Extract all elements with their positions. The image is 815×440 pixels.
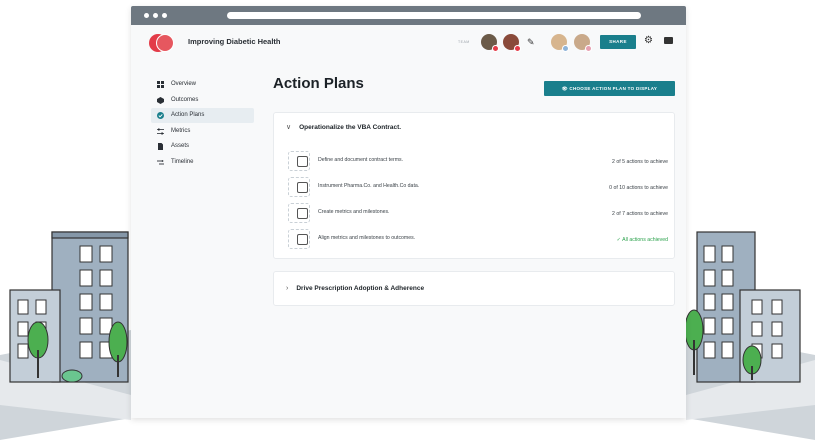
sidebar-item-label: Action Plans [171,112,205,118]
pointer-target-icon [288,229,310,249]
action-plan-card: › Drive Prescription Adoption & Adherence [273,271,675,306]
hexagon-icon [157,96,164,104]
action-status: ✓ All actions achieved [616,237,668,243]
sliders-icon [157,128,164,134]
address-bar[interactable] [227,12,641,19]
browser-window: Improving Diabetic Health TEAM ✎ SHARE ⚙… [131,6,686,418]
timeline-icon [157,159,164,164]
avatar[interactable] [481,34,499,52]
action-row[interactable]: Align metrics and milestones to outcomes… [288,229,668,249]
right-building-illustration [684,231,801,383]
window-dot-icon[interactable] [153,13,158,18]
action-plan-header[interactable]: › Drive Prescription Adoption & Adherence [286,285,424,292]
brand-logo-secondary [156,34,174,52]
app-content: Improving Diabetic Health TEAM ✎ SHARE ⚙… [131,25,686,411]
sidebar-item-timeline[interactable]: Timeline [151,155,254,170]
window-dot-icon[interactable] [162,13,167,18]
sidebar-item-label: Timeline [171,158,194,165]
action-row[interactable]: Define and document contract terms. 2 of… [288,151,668,171]
action-label: Create metrics and milestones. [318,209,390,215]
left-building-illustration [9,231,129,383]
action-status: 2 of 5 actions to achieve [612,159,668,165]
action-plan-title: Operationalize the VBA Contract. [299,124,402,131]
sidebar-item-label: Outcomes [171,96,199,103]
sidebar-item-outcomes[interactable]: Outcomes [151,93,254,108]
sidebar-item-metrics[interactable]: Metrics [151,124,254,139]
sidebar-item-label: Overview [171,81,197,87]
action-row[interactable]: Instrument Pharma.Co. and Health.Co data… [288,177,668,197]
sidebar-item-overview[interactable]: Overview [151,77,254,92]
avatar[interactable] [551,34,569,52]
sidebar-item-label: Assets [171,143,190,149]
sidebar-item-label: Metrics [171,127,191,134]
action-label: Define and document contract terms. [318,157,404,163]
action-status: 2 of 7 actions to achieve [612,211,668,217]
document-icon [158,143,163,150]
avatar[interactable] [574,34,592,52]
page-title: Action Plans [273,75,364,92]
chevron-down-icon: ∨ [286,124,292,131]
action-label: Align metrics and milestones to outcomes… [318,235,416,241]
team-label: TEAM [458,40,470,44]
window-dot-icon[interactable] [144,13,149,18]
sidebar-item-assets[interactable]: Assets [151,139,254,154]
calculator-icon [288,203,310,223]
gear-icon[interactable]: ⚙ [644,35,653,46]
browser-titlebar [131,6,686,25]
sidebar-item-action-plans[interactable]: Action Plans [151,108,254,123]
action-plan-card: ∨ Operationalize the VBA Contract. Define… [273,112,675,259]
data-instrument-icon [288,177,310,197]
action-plan-header[interactable]: ∨ Operationalize the VBA Contract. [286,123,401,131]
project-title: Improving Diabetic Health [188,37,281,46]
choose-action-plan-label: CHOOSE ACTION PLAN TO DISPLAY [569,86,658,91]
sidebar: Overview Outcomes Action Plans Metrics A… [151,77,254,170]
pencil-icon[interactable]: ✎ [527,37,535,48]
action-row[interactable]: Create metrics and milestones. 2 of 7 ac… [288,203,668,223]
check-circle-icon [157,112,164,119]
chat-icon[interactable] [664,37,673,44]
app-header: Improving Diabetic Health TEAM ✎ SHARE ⚙ [131,25,686,61]
avatar[interactable] [503,34,521,52]
action-label: Instrument Pharma.Co. and Health.Co data… [318,183,420,189]
grid-icon [157,81,164,88]
share-button[interactable]: SHARE [600,35,636,49]
gear-document-icon [288,151,310,171]
action-plan-title: Drive Prescription Adoption & Adherence [296,285,425,292]
choose-action-plan-button[interactable]: 👁 CHOOSE ACTION PLAN TO DISPLAY [544,81,675,96]
chevron-right-icon: › [286,285,289,292]
action-status: 0 of 10 actions to achieve [609,185,668,191]
